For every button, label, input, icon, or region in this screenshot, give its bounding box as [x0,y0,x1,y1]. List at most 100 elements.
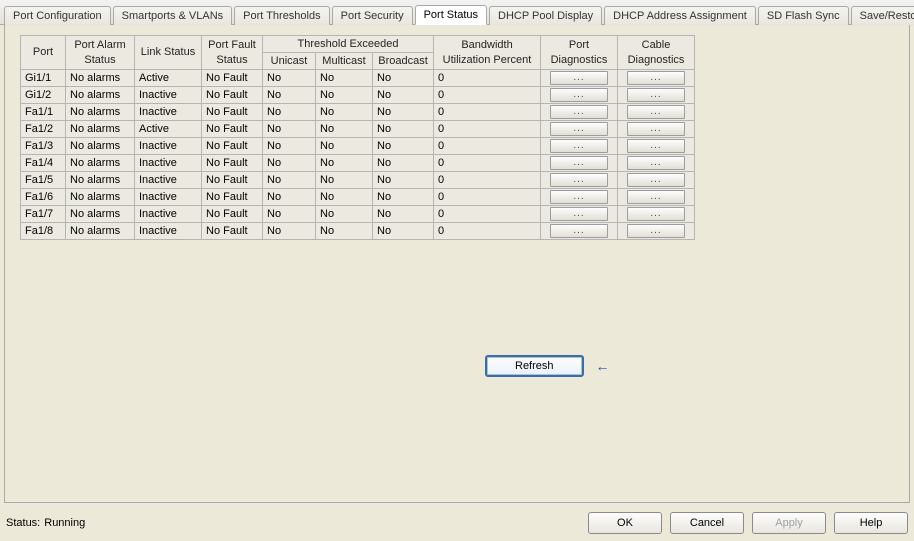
cell-port-alarm-status: No alarms [66,189,135,206]
cable-diagnostics-button[interactable]: ... [627,156,685,170]
th-cable-diagnostics[interactable]: Cable Diagnostics [618,36,695,70]
cable-diagnostics-button[interactable]: ... [627,207,685,221]
cell-port-fault-status: No Fault [202,223,263,240]
cell-bandwidth-util: 0 [434,104,541,121]
table-row[interactable]: Fa1/4No alarmsInactiveNo FaultNoNoNo0...… [21,155,695,172]
th-bandwidth-util[interactable]: Bandwidth Utilization Percent [434,36,541,70]
ok-button[interactable]: OK [588,512,662,534]
th-port-fault-status[interactable]: Port Fault Status [202,36,263,70]
cell-cable-diagnostics: ... [618,206,695,223]
cable-diagnostics-button[interactable]: ... [627,139,685,153]
cell-port-fault-status: No Fault [202,70,263,87]
cell-port: Fa1/4 [21,155,66,172]
port-diagnostics-button[interactable]: ... [550,71,608,85]
port-diagnostics-button[interactable]: ... [550,224,608,238]
port-status-table: Port Port Alarm Status Link Status Port … [20,35,695,240]
cancel-button[interactable]: Cancel [670,512,744,534]
cell-port-alarm-status: No alarms [66,87,135,104]
table-row[interactable]: Gi1/2No alarmsInactiveNo FaultNoNoNo0...… [21,87,695,104]
port-diagnostics-button[interactable]: ... [550,190,608,204]
cell-link-status: Inactive [135,206,202,223]
port-diagnostics-button[interactable]: ... [550,207,608,221]
th-broadcast[interactable]: Broadcast [373,53,434,70]
table-row[interactable]: Fa1/5No alarmsInactiveNo FaultNoNoNo0...… [21,172,695,189]
cable-diagnostics-button[interactable]: ... [627,71,685,85]
cell-cable-diagnostics: ... [618,121,695,138]
cell-port-diagnostics: ... [541,138,618,155]
cell-multicast: No [316,189,373,206]
cell-port-diagnostics: ... [541,172,618,189]
tab-port-configuration[interactable]: Port Configuration [4,6,111,25]
cell-multicast: No [316,172,373,189]
tab-port-status[interactable]: Port Status [415,5,487,25]
cell-bandwidth-util: 0 [434,138,541,155]
cell-port: Fa1/8 [21,223,66,240]
cell-port-alarm-status: No alarms [66,138,135,155]
table-row[interactable]: Fa1/1No alarmsInactiveNo FaultNoNoNo0...… [21,104,695,121]
th-unicast[interactable]: Unicast [263,53,316,70]
tab-port-security[interactable]: Port Security [332,6,413,25]
cell-port: Fa1/7 [21,206,66,223]
cell-unicast: No [263,189,316,206]
tab-save-restore[interactable]: Save/Restore [851,6,914,25]
cable-diagnostics-button[interactable]: ... [627,173,685,187]
tab-port-thresholds[interactable]: Port Thresholds [234,6,329,25]
port-diagnostics-button[interactable]: ... [550,88,608,102]
table-row[interactable]: Fa1/6No alarmsInactiveNo FaultNoNoNo0...… [21,189,695,206]
cable-diagnostics-button[interactable]: ... [627,105,685,119]
cable-diagnostics-button[interactable]: ... [627,88,685,102]
cell-cable-diagnostics: ... [618,172,695,189]
cell-port: Fa1/3 [21,138,66,155]
cell-broadcast: No [373,155,434,172]
port-diagnostics-button[interactable]: ... [550,122,608,136]
th-link-status[interactable]: Link Status [135,36,202,70]
cell-multicast: No [316,155,373,172]
cell-port: Fa1/2 [21,121,66,138]
cable-diagnostics-button[interactable]: ... [627,224,685,238]
port-diagnostics-button[interactable]: ... [550,173,608,187]
cable-diagnostics-button[interactable]: ... [627,190,685,204]
cell-port-alarm-status: No alarms [66,70,135,87]
cell-cable-diagnostics: ... [618,87,695,104]
cell-link-status: Inactive [135,104,202,121]
th-port-alarm-status[interactable]: Port Alarm Status [66,36,135,70]
port-diagnostics-button[interactable]: ... [550,156,608,170]
table-row[interactable]: Fa1/7No alarmsInactiveNo FaultNoNoNo0...… [21,206,695,223]
cell-unicast: No [263,70,316,87]
cell-port-diagnostics: ... [541,121,618,138]
table-row[interactable]: Gi1/1No alarmsActiveNo FaultNoNoNo0.....… [21,70,695,87]
cell-cable-diagnostics: ... [618,138,695,155]
cable-diagnostics-button[interactable]: ... [627,122,685,136]
cell-port-alarm-status: No alarms [66,121,135,138]
th-threshold-exceeded[interactable]: Threshold Exceeded [263,36,434,53]
tab-sd-flash-sync[interactable]: SD Flash Sync [758,6,849,25]
cell-port: Fa1/5 [21,172,66,189]
cell-bandwidth-util: 0 [434,206,541,223]
th-port[interactable]: Port [21,36,66,70]
port-diagnostics-button[interactable]: ... [550,105,608,119]
cell-port-fault-status: No Fault [202,138,263,155]
status-value: Running [44,517,85,529]
table-row[interactable]: Fa1/8No alarmsInactiveNo FaultNoNoNo0...… [21,223,695,240]
th-bw-l1: Bandwidth [461,39,512,51]
cell-port-alarm-status: No alarms [66,104,135,121]
cell-link-status: Inactive [135,223,202,240]
help-button[interactable]: Help [834,512,908,534]
cell-broadcast: No [373,172,434,189]
cell-broadcast: No [373,104,434,121]
cell-multicast: No [316,206,373,223]
tab-dhcp-pool-display[interactable]: DHCP Pool Display [489,6,602,25]
apply-button[interactable]: Apply [752,512,826,534]
cell-port-fault-status: No Fault [202,155,263,172]
table-row[interactable]: Fa1/3No alarmsInactiveNo FaultNoNoNo0...… [21,138,695,155]
cell-port-diagnostics: ... [541,223,618,240]
cell-link-status: Inactive [135,87,202,104]
cell-multicast: No [316,223,373,240]
refresh-button[interactable]: Refresh [485,355,584,377]
tab-smartports-vlans[interactable]: Smartports & VLANs [113,6,232,25]
port-diagnostics-button[interactable]: ... [550,139,608,153]
th-multicast[interactable]: Multicast [316,53,373,70]
th-port-diagnostics[interactable]: Port Diagnostics [541,36,618,70]
table-row[interactable]: Fa1/2No alarmsActiveNo FaultNoNoNo0.....… [21,121,695,138]
tab-dhcp-address-assignment[interactable]: DHCP Address Assignment [604,6,756,25]
